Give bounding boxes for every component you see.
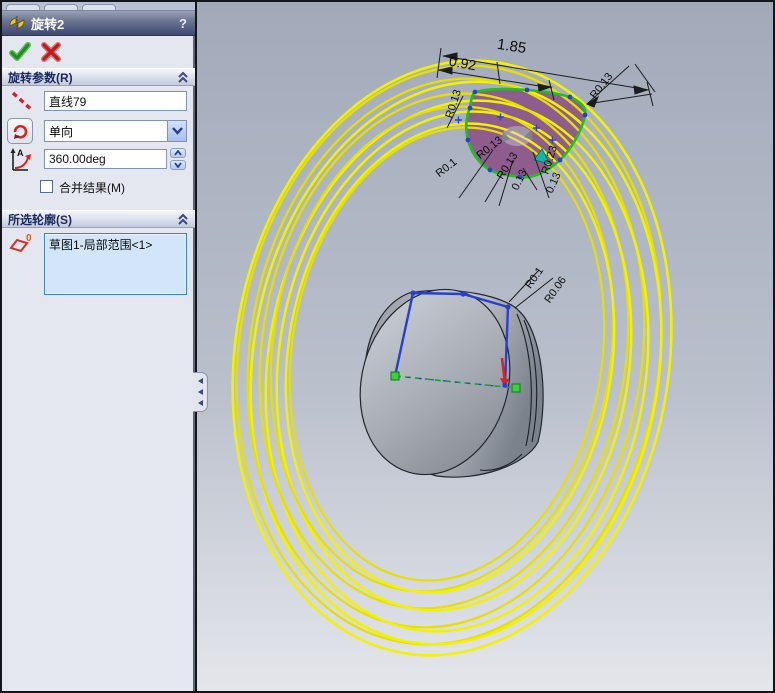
collapse-chevron-icon[interactable]: [177, 70, 189, 84]
angle-value-field[interactable]: [44, 149, 167, 169]
collapse-left-icon: [197, 378, 203, 384]
property-manager-titlebar: 旋转2 ?: [2, 10, 195, 36]
collapse-chevron-icon[interactable]: [177, 212, 189, 226]
merge-result-checkbox[interactable]: [40, 180, 53, 193]
panel-title: 旋转2: [31, 16, 65, 32]
dropdown-arrow-button[interactable]: [167, 121, 186, 141]
cancel-button[interactable]: [41, 42, 61, 62]
section-label: 旋转参数(R): [8, 70, 73, 85]
angle-spin-down-button[interactable]: [170, 160, 186, 170]
revolve-feature-icon: [9, 16, 25, 30]
panel-tab-strip: [2, 2, 195, 10]
angle-spin-up-button[interactable]: [170, 148, 186, 158]
3d-scene: [231, 47, 673, 657]
graphics-viewport[interactable]: 1.85 0.92 R0.13 R0.13 R0.1 R0.13 R0.13 0.13 R0.2…: [197, 2, 773, 691]
section-label: 所选轮廓(S): [8, 212, 72, 227]
selected-contour-icon: 0: [9, 233, 32, 253]
chevron-down-icon: [171, 127, 183, 135]
panel-collapse-handle[interactable]: [193, 372, 208, 412]
section-header-revolve-params[interactable]: 旋转参数(R): [2, 68, 195, 86]
help-button[interactable]: ?: [179, 16, 187, 31]
circular-arrow-icon: [13, 124, 28, 139]
property-manager-panel: 旋转2 ? 旋转参数(R) 直线79 单向 A 360.00deg 合并结果(M…: [2, 2, 195, 691]
revolve-angle-icon: A: [10, 148, 31, 171]
collapse-left-icon: [197, 389, 203, 395]
solidworks-window: 旋转2 ? 旋转参数(R) 直线79 单向 A 360.00deg 合并结果(M…: [0, 0, 775, 693]
spin-up-icon: [174, 150, 182, 156]
direction-dropdown[interactable]: 单向: [44, 120, 187, 142]
direction-value: 单向: [49, 124, 74, 139]
part-cylinder[interactable]: [339, 272, 544, 493]
revolve-direction-icon[interactable]: [7, 118, 33, 144]
contour-list-item[interactable]: 草图1-局部范围<1>: [49, 236, 182, 253]
merge-result-label: 合并结果(M): [59, 181, 125, 195]
contour-selection-list[interactable]: 草图1-局部范围<1>: [44, 233, 187, 295]
axis-selection-field[interactable]: [44, 91, 187, 111]
app-area: 旋转2 ? 旋转参数(R) 直线79 单向 A 360.00deg 合并结果(M…: [2, 2, 773, 691]
svg-text:0: 0: [26, 233, 32, 244]
revolve-axis-icon: [11, 91, 35, 113]
section-header-selected-contours[interactable]: 所选轮廓(S): [2, 210, 195, 228]
confirm-button-row: [2, 38, 195, 66]
spin-down-icon: [174, 162, 182, 168]
ok-button[interactable]: [9, 41, 31, 63]
svg-text:A: A: [17, 148, 24, 158]
collapse-left-icon: [197, 400, 203, 406]
